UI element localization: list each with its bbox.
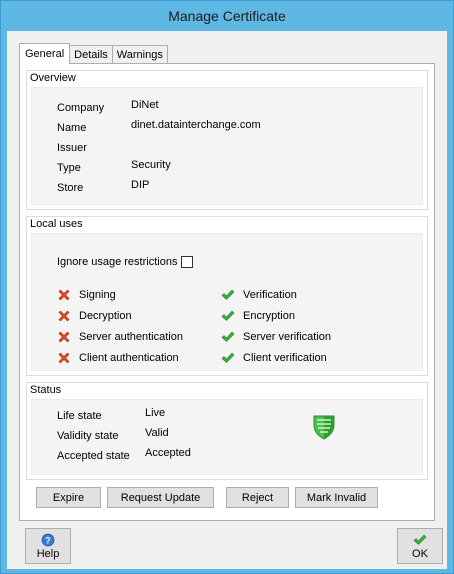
use-row-server-authentication: Server authentication [57, 330, 183, 344]
overview-group: Overview Company DiNet Name dinet.datain… [26, 70, 428, 210]
overview-group-body: Company DiNet Name dinet.datainterchange… [31, 87, 423, 205]
type-value: Security [131, 159, 171, 171]
tab-strip: General Details Warnings [19, 43, 168, 64]
use-row-verification: Verification [221, 288, 297, 302]
status-group-body: Life state Live Validity state Valid Acc… [31, 399, 423, 475]
use-label-signing: Signing [79, 289, 116, 301]
issuer-label: Issuer [57, 142, 87, 154]
ignore-usage-checkbox[interactable] [181, 256, 193, 268]
name-value: dinet.datainterchange.com [131, 119, 261, 131]
use-row-signing: Signing [57, 288, 116, 302]
green-check-icon [221, 288, 235, 302]
use-label-verification: Verification [243, 289, 297, 301]
type-label: Type [57, 162, 81, 174]
use-row-client-verification: Client verification [221, 351, 327, 365]
use-label-client-authentication: Client authentication [79, 352, 179, 364]
use-label-decryption: Decryption [79, 310, 132, 322]
local-uses-group: Local uses Ignore usage restrictions Sig… [26, 216, 428, 376]
tab-warnings[interactable]: Warnings [111, 45, 168, 63]
green-check-icon [221, 309, 235, 323]
request-update-button[interactable]: Request Update [107, 487, 214, 508]
expire-button[interactable]: Expire [36, 487, 101, 508]
ok-button-label: OK [412, 548, 428, 560]
name-label: Name [57, 122, 87, 134]
use-row-decryption: Decryption [57, 309, 132, 323]
life-state-label: Life state [57, 410, 102, 422]
manage-certificate-window: Manage Certificate General Details Warni… [0, 0, 454, 574]
validity-state-label: Validity state [57, 430, 119, 442]
dialog-client-area: General Details Warnings Overview Compan… [7, 31, 447, 569]
check-icon [413, 534, 427, 545]
life-state-value: Live [145, 407, 166, 419]
help-button-label: Help [36, 548, 60, 560]
use-row-client-authentication: Client authentication [57, 351, 179, 365]
use-label-server-authentication: Server authentication [79, 331, 183, 343]
red-x-icon [57, 351, 71, 365]
tab-details[interactable]: Details [69, 45, 113, 63]
store-label: Store [57, 182, 84, 194]
overview-group-title: Overview [30, 72, 76, 84]
red-x-icon [57, 309, 71, 323]
mark-invalid-button[interactable]: Mark Invalid [295, 487, 378, 508]
use-label-client-verification: Client verification [243, 352, 327, 364]
use-row-server-verification: Server verification [221, 330, 331, 344]
green-shield-icon [312, 414, 336, 443]
help-button[interactable]: ? Help [25, 528, 71, 564]
general-tab-panel: Overview Company DiNet Name dinet.datain… [19, 63, 435, 521]
status-group: Status Life state Live Validity state Va… [26, 382, 428, 480]
status-group-title: Status [30, 384, 62, 396]
local-uses-group-body: Ignore usage restrictions Signing Decryp… [31, 233, 423, 371]
window-title: Manage Certificate [168, 8, 286, 24]
validity-state-value: Valid [145, 427, 169, 439]
use-label-encryption: Encryption [243, 310, 295, 322]
company-value: DiNet [131, 99, 159, 111]
ignore-usage-label: Ignore usage restrictions [57, 256, 178, 268]
green-check-icon [221, 351, 235, 365]
green-check-icon [221, 330, 235, 344]
ok-button[interactable]: OK [397, 528, 443, 564]
accepted-state-value: Accepted [145, 447, 191, 459]
red-x-icon [57, 330, 71, 344]
reject-button[interactable]: Reject [226, 487, 289, 508]
svg-text:?: ? [45, 536, 51, 546]
use-row-encryption: Encryption [221, 309, 295, 323]
store-value: DIP [131, 179, 150, 191]
tab-general[interactable]: General [19, 43, 71, 64]
accepted-state-label: Accepted state [57, 450, 130, 462]
company-label: Company [57, 102, 105, 114]
red-x-icon [57, 288, 71, 302]
help-icon: ? [41, 533, 55, 547]
local-uses-group-title: Local uses [30, 218, 83, 230]
use-label-server-verification: Server verification [243, 331, 332, 343]
